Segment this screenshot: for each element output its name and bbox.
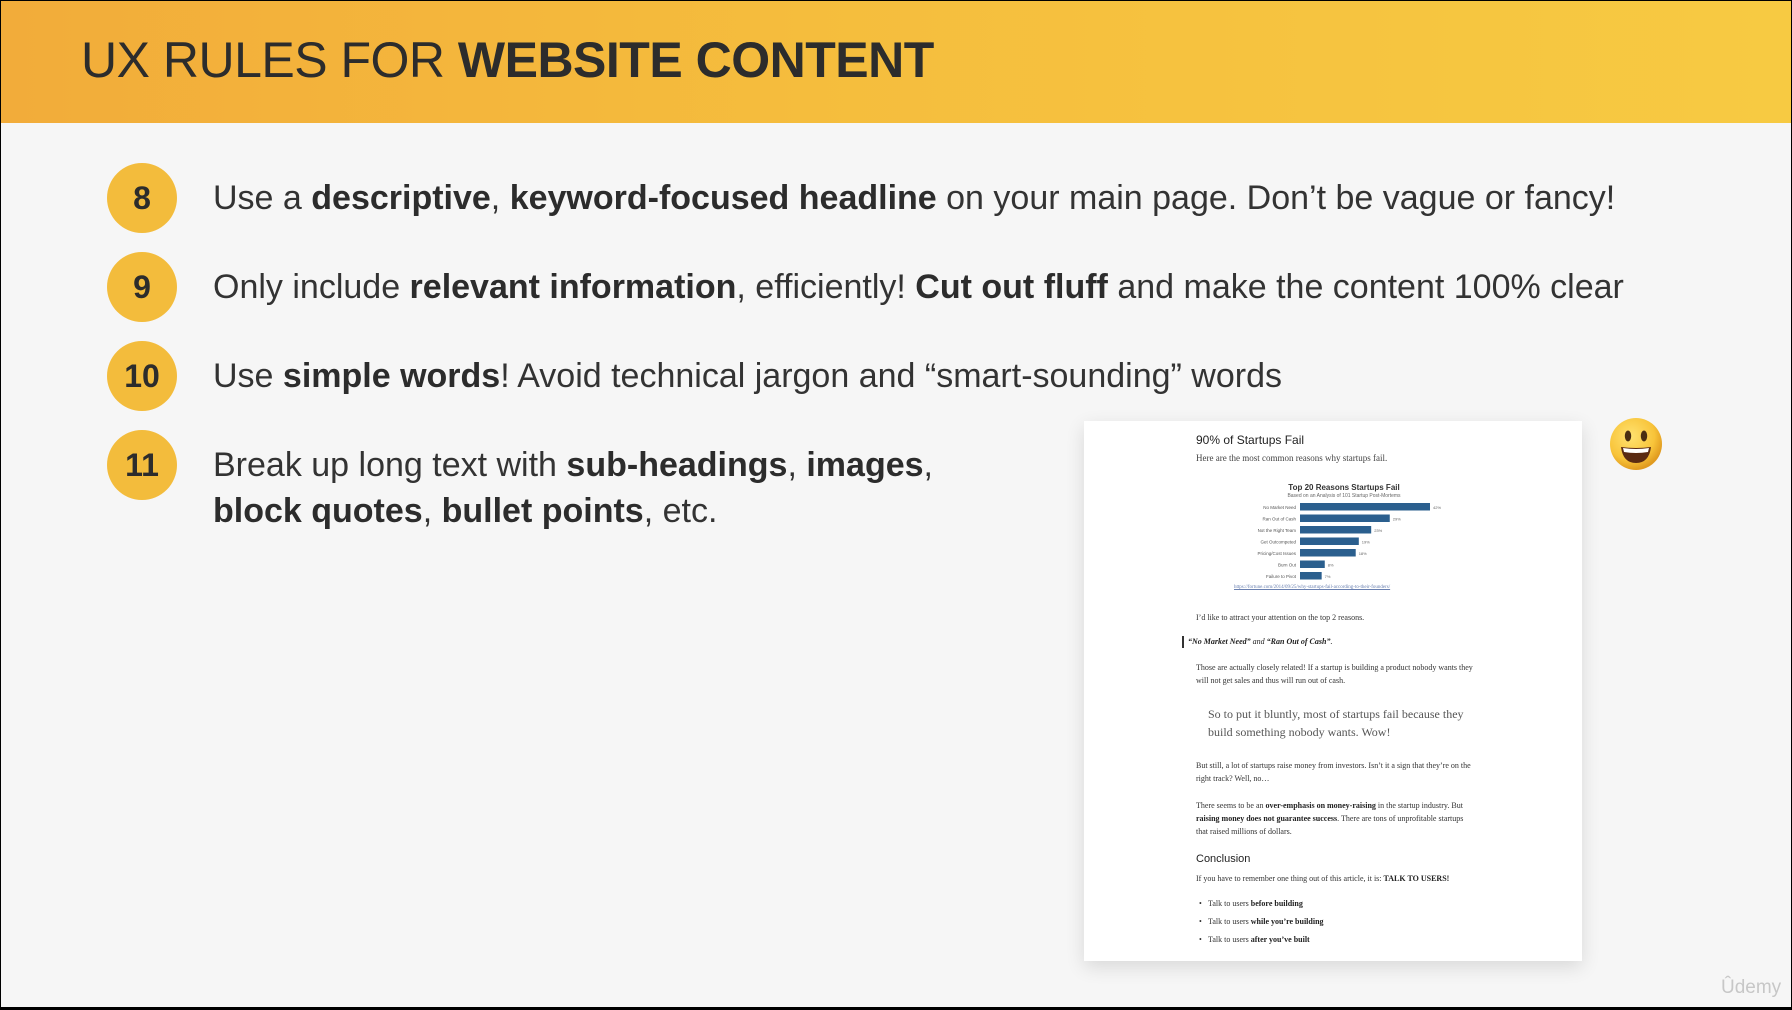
rule-text-plain: , [923,446,933,484]
article-paragraph: Those are actually closely related! If a… [1196,663,1473,685]
quote-bold-a: “No Market Need” [1188,637,1251,646]
rule-item: 8 Use a descriptive, keyword-focused hea… [107,163,1615,233]
rule-number-badge: 10 [107,341,177,411]
rule-text-bold: simple words [282,357,501,395]
rule-item: 9 Only include relevant information, eff… [107,252,1624,322]
bullet-bold: after you’ve built [1250,935,1310,944]
p4-b: over-emphasis on money-raising [1265,801,1376,810]
chart-bar [1300,560,1325,568]
rule-text-plain: and make the content 100% clear [1107,268,1624,306]
chart-bar [1300,572,1322,580]
rule-text-bold: keyword-focused headline [509,179,937,217]
bullet-bold: before building [1250,899,1303,908]
rule-text: Only include relevant information, effic… [213,252,1624,310]
chart-bar-label: Get Outcompeted [1260,540,1296,545]
rule-text-bold: images [806,446,924,484]
article-paragraph: I’d like to attract your attention on th… [1196,613,1365,622]
chart-bar-label: Failure to Pivot [1266,574,1297,579]
rule-text-plain: Only include [213,268,410,306]
article-paragraph: There seems to be an over-emphasis on mo… [1196,799,1476,838]
chart-bar-value: 18% [1359,551,1367,556]
article-subheading: Here are the most common reasons why sta… [1196,453,1388,463]
chart-subtitle: Based on an Analysis of 101 Startup Post… [1287,493,1401,499]
rule-text-plain: , [422,492,442,530]
rule-text-plain: on your main page. Don’t be vague or fan… [936,179,1616,217]
chart-bar [1300,514,1390,522]
chart-bar-label: Burn Out [1278,563,1297,568]
rule-text: Use a descriptive, keyword-focused headl… [213,163,1615,221]
article-bullet: Talk to users before building [1199,899,1303,908]
article-bullet: Talk to users while you’re building [1199,917,1324,926]
title-plain: UX RULES FOR [81,32,458,88]
article-conclusion-heading: Conclusion [1196,853,1251,865]
chart-title: Top 20 Reasons Startups Fail [1288,483,1400,492]
rule-text-bold: block quotes [213,492,423,530]
chart-bar [1300,503,1430,511]
rule-text-bold: descriptive [311,179,491,217]
chart-bar-value: 19% [1362,540,1370,545]
quote-bar [1182,636,1184,648]
rule-number-badge: 8 [107,163,177,233]
bullet-plain: Talk to users [1208,935,1251,944]
rule-text-plain: Use a [213,179,312,217]
article-heading: 90% of Startups Fail [1196,433,1305,447]
rule-text-plain: Break up long text with [213,446,567,484]
rule-text-plain: , efficiently! [736,268,916,306]
rule-number-badge: 9 [107,252,177,322]
rule-text-plain: Use [213,357,283,395]
article-block-quote: So to put it bluntly, most of startups f… [1208,707,1464,739]
chart-bar-value: 23% [1374,528,1382,533]
quote-and: and [1250,637,1267,646]
chart-bar-label: No Market Need [1263,505,1296,510]
chart-bar-label: Not the Right Team [1258,528,1297,533]
article-screenshot: 90% of Startups Fail Here are the most c… [1084,421,1582,961]
quote-bold-b: “Ran Out of Cash” [1266,637,1331,646]
rule-number-badge: 11 [107,430,177,500]
rule-item: 10 Use simple words! Avoid technical jar… [107,341,1282,411]
bullet-bold: while you’re building [1250,917,1324,926]
rule-text-plain: , [787,446,807,484]
rule-text-bold: sub-headings [566,446,788,484]
bullet-plain: Talk to users [1208,899,1251,908]
page-title: UX RULES FOR WEBSITE CONTENT [81,31,934,89]
chart-bar-label: Ran Out of Cash [1262,517,1296,522]
conclusion-bold: TALK TO USERS! [1383,874,1450,883]
chart-bar-value: 8% [1328,563,1334,568]
rule-item: 11 Break up long text with sub-headings,… [107,430,933,534]
smiley-face-icon [1610,418,1662,470]
article-bullet: Talk to users after you’ve built [1199,935,1310,944]
chart-bar-value: 7% [1325,574,1331,579]
chart-bar-value: 29% [1393,517,1401,522]
article-chart: Top 20 Reasons Startups Fail Based on an… [1224,483,1464,595]
article-conclusion-text: If you have to remember one thing out of… [1196,872,1476,885]
rule-text-plain: , [490,179,510,217]
rule-text: Break up long text with sub-headings, im… [213,430,933,534]
rule-text-bold: Cut out fluff [915,268,1108,306]
chart-source-link[interactable]: https://fortune.com/2014/09/25/why-start… [1234,585,1390,590]
header-bar: UX RULES FOR WEBSITE CONTENT [1,1,1791,123]
chart-bar [1300,526,1372,534]
chart-bar-value: 42% [1433,505,1441,510]
chart-bar [1300,537,1359,545]
udemy-watermark: Ûdemy [1721,977,1782,998]
slide: UX RULES FOR WEBSITE CONTENT 8 Use a des… [1,1,1791,1007]
chart-bar [1300,549,1356,557]
conclusion-text: If you have to remember one thing out of… [1196,874,1384,883]
article-inline-quote: “No Market Need” and “Ran Out of Cash”. [1182,636,1333,648]
rule-text-plain: ! Avoid technical jargon and “smart-soun… [500,357,1282,395]
p4-c: in the startup industry. But [1375,801,1463,810]
rule-text-plain: , etc. [643,492,718,530]
bullet-plain: Talk to users [1208,917,1251,926]
quote-end: . [1330,637,1333,646]
chart-bar-label: Pricing/Cost Issues [1257,551,1296,556]
article-paragraph: But still, a lot of startups raise money… [1196,761,1471,783]
rule-text: Use simple words! Avoid technical jargon… [213,341,1282,399]
p4-a: There seems to be an [1196,801,1266,810]
title-bold: WEBSITE CONTENT [457,32,934,88]
p4-d: raising money does not guarantee success [1196,814,1338,823]
rule-text-bold: bullet points [441,492,644,530]
rule-text-bold: relevant information [409,268,737,306]
